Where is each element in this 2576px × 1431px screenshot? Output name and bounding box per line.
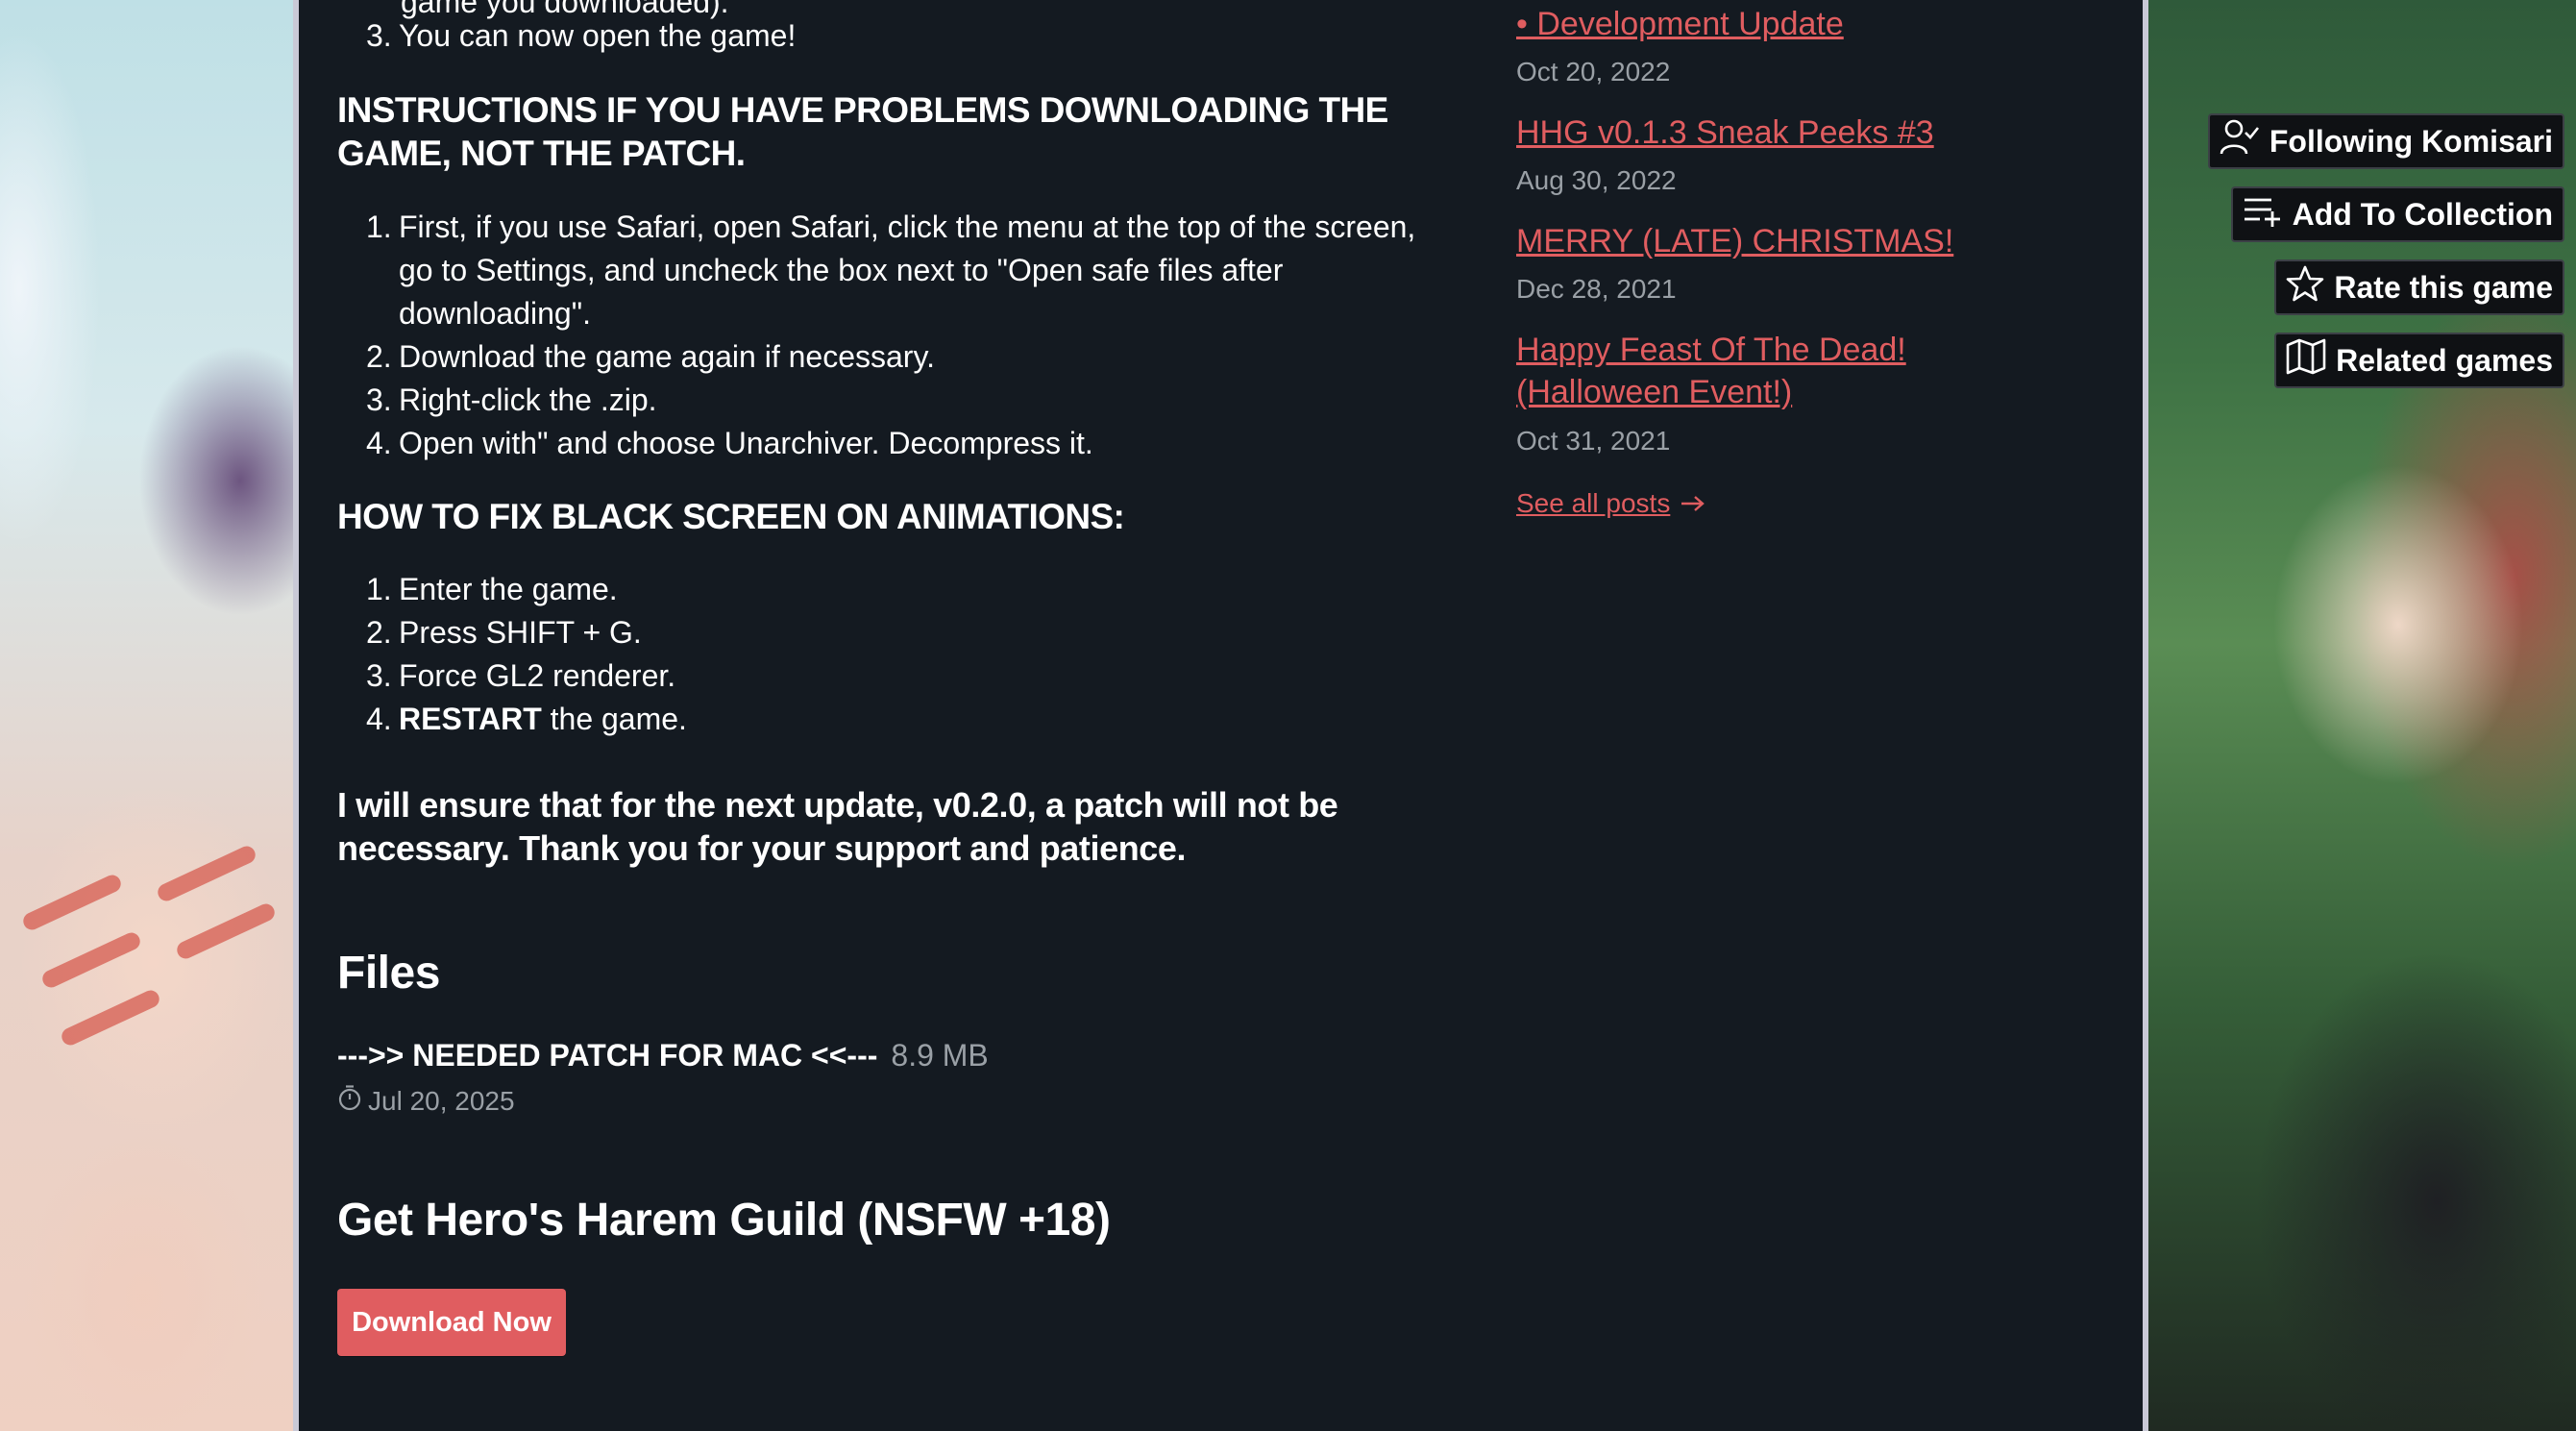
- following-button[interactable]: Following Komisari: [2207, 113, 2564, 169]
- list-item-text: Enter the game.: [399, 572, 618, 606]
- devlog-post-link[interactable]: Happy Feast Of The Dead! (Halloween Even…: [1516, 329, 2054, 413]
- list-item-text: Press SHIFT + G.: [399, 615, 642, 650]
- list-item-number: 1.: [366, 572, 392, 606]
- list-item-number: 3.: [366, 382, 392, 417]
- panel-border-right: [2143, 0, 2148, 1431]
- list-item: 3. You can now open the game!: [337, 14, 796, 58]
- download-now-button[interactable]: Download Now: [337, 1289, 566, 1356]
- list-item-bold-text: RESTART: [399, 702, 542, 736]
- clock-icon: [337, 1084, 362, 1118]
- list-item-number: 2.: [366, 339, 392, 374]
- add-to-collection-label: Add To Collection: [2292, 196, 2553, 232]
- list-item: 3. Right-click the .zip.: [337, 379, 1433, 422]
- file-name: --->> NEEDED PATCH FOR MAC <<---: [337, 1038, 878, 1073]
- devlog-post-date: Oct 31, 2021: [1516, 426, 1671, 456]
- file-size: 8.9 MB: [891, 1038, 989, 1073]
- devlog-post-link[interactable]: MERRY (LATE) CHRISTMAS!: [1516, 220, 2093, 262]
- list-item-number: 3.: [366, 18, 392, 53]
- playlist-add-icon: [2243, 191, 2283, 237]
- list-item-text: Right-click the .zip.: [399, 382, 657, 417]
- closing-note: I will ensure that for the next update, …: [337, 785, 1338, 868]
- files-heading: Files: [337, 948, 440, 999]
- list-item: 4. RESTART the game.: [337, 698, 687, 741]
- list-item-text: First, if you use Safari, open Safari, c…: [399, 210, 1416, 331]
- devlog-post-date: Aug 30, 2022: [1516, 165, 1677, 195]
- background-art-left: [0, 0, 293, 1431]
- list-item-number: 3.: [366, 658, 392, 693]
- list-item: 1. Enter the game.: [337, 568, 687, 611]
- see-all-posts-label: See all posts: [1516, 488, 1671, 518]
- list-item-text: Force GL2 renderer.: [399, 658, 676, 693]
- list-item: 2. Download the game again if necessary.: [337, 335, 1433, 379]
- map-icon: [2286, 337, 2326, 383]
- devlog-post-date: Dec 28, 2021: [1516, 274, 1677, 304]
- devlog-post-link[interactable]: • Development Update: [1516, 3, 2093, 45]
- arrow-right-icon: [1680, 494, 1706, 513]
- rate-game-label: Rate this game: [2334, 269, 2553, 305]
- install-steps-list: 3. You can now open the game!: [337, 14, 796, 58]
- purchase-heading: Get Hero's Harem Guild (NSFW +18): [337, 1195, 1111, 1246]
- file-row: --->> NEEDED PATCH FOR MAC <<--- 8.9 MB: [337, 1038, 989, 1073]
- file-upload-date: Jul 20, 2025: [337, 1084, 515, 1118]
- list-item-text: You can now open the game!: [399, 18, 797, 53]
- game-page: game you downloaded). 3. You can now ope…: [0, 0, 2576, 1431]
- star-icon: [2286, 264, 2324, 310]
- list-item-number: 1.: [366, 210, 392, 244]
- rate-game-button[interactable]: Rate this game: [2274, 259, 2564, 315]
- add-to-collection-button[interactable]: Add To Collection: [2230, 186, 2564, 242]
- list-item: 3. Force GL2 renderer.: [337, 654, 687, 698]
- user-check-icon: [2220, 118, 2260, 164]
- download-problems-heading: INSTRUCTIONS IF YOU HAVE PROBLEMS DOWNLO…: [337, 90, 1388, 173]
- list-item: 2. Press SHIFT + G.: [337, 611, 687, 654]
- list-item-text: the game.: [541, 702, 687, 736]
- related-games-button[interactable]: Related games: [2274, 333, 2564, 388]
- file-date-text: Jul 20, 2025: [368, 1085, 515, 1116]
- list-item-number: 4.: [366, 702, 392, 736]
- list-item-number: 4.: [366, 426, 392, 460]
- devlog-post-link[interactable]: HHG v0.1.3 Sneak Peeks #3: [1516, 111, 2093, 154]
- download-problems-list: 1. First, if you use Safari, open Safari…: [337, 206, 1433, 465]
- black-screen-list: 1. Enter the game. 2. Press SHIFT + G. 3…: [337, 568, 687, 741]
- related-games-label: Related games: [2336, 342, 2553, 378]
- black-screen-heading: HOW TO FIX BLACK SCREEN ON ANIMATIONS:: [337, 497, 1125, 536]
- list-item-text: Open with" and choose Unarchiver. Decomp…: [399, 426, 1093, 460]
- following-label: Following Komisari: [2269, 123, 2553, 159]
- list-item-number: 2.: [366, 615, 392, 650]
- see-all-posts-link[interactable]: See all posts: [1516, 488, 1706, 519]
- list-item-text: Download the game again if necessary.: [399, 339, 935, 374]
- devlog-post-date: Oct 20, 2022: [1516, 57, 1671, 86]
- list-item: 1. First, if you use Safari, open Safari…: [337, 206, 1427, 335]
- list-item: 4. Open with" and choose Unarchiver. Dec…: [337, 422, 1433, 465]
- game-page-panel: game you downloaded). 3. You can now ope…: [299, 0, 2143, 1431]
